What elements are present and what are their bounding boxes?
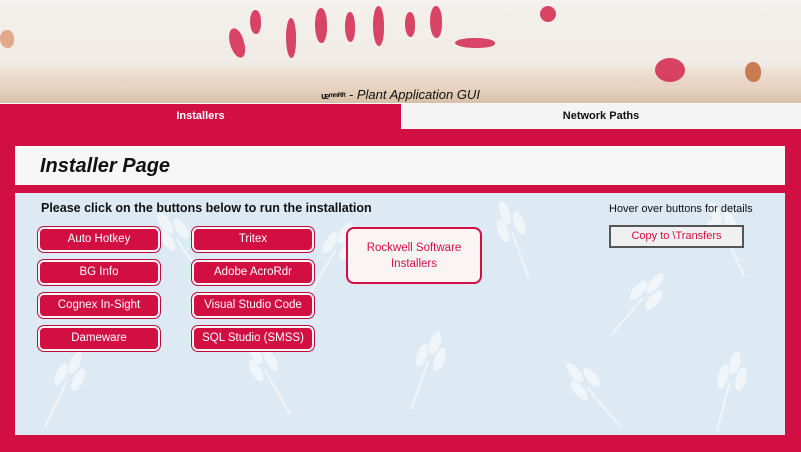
banner-decoration [540, 6, 556, 22]
tab-installers[interactable]: Installers [0, 104, 401, 129]
dameware-button[interactable]: Dameware [38, 326, 160, 351]
bg-info-button[interactable]: BG Info [38, 260, 160, 285]
banner-decoration [430, 6, 442, 38]
copy-to-transfers-button[interactable]: Copy to \Transfers [609, 225, 744, 248]
header-banner [0, 0, 801, 86]
banner-decoration [286, 18, 296, 58]
banner-decoration [373, 6, 384, 46]
banner-decoration [745, 62, 761, 82]
cognex-insight-button[interactable]: Cognex In-Sight [38, 293, 160, 318]
tab-bar: Installers Network Paths [0, 104, 801, 129]
instruction-text: Please click on the buttons below to run… [41, 201, 372, 215]
rockwell-software-installers-button[interactable]: Rockwell Software Installers [346, 227, 482, 284]
banner-decoration [655, 58, 685, 82]
adobe-acrordr-button[interactable]: Adobe AcroRdr [192, 260, 314, 285]
banner-decoration [455, 38, 495, 48]
app-title: - Plant Application GUI [348, 87, 480, 102]
app-title-prefix: ᵫᵐᵐᴿᴿ [321, 91, 346, 101]
hover-note: Hover over buttons for details [609, 203, 753, 215]
visual-studio-code-button[interactable]: Visual Studio Code [192, 293, 314, 318]
tritex-button[interactable]: Tritex [192, 227, 314, 252]
banner-decoration [250, 10, 261, 34]
banner-decoration [0, 30, 14, 48]
sql-studio-button[interactable]: SQL Studio (SMSS) [192, 326, 314, 351]
banner-decoration [345, 12, 355, 42]
banner-decoration [405, 12, 415, 37]
tab-network-paths[interactable]: Network Paths [401, 104, 801, 129]
app-title-bar: ᵫᵐᵐᴿᴿ - Plant Application GUI [0, 86, 801, 103]
banner-decoration [226, 26, 248, 60]
auto-hotkey-button[interactable]: Auto Hotkey [38, 227, 160, 252]
banner-decoration [315, 8, 327, 43]
page-title: Installer Page [40, 155, 171, 177]
